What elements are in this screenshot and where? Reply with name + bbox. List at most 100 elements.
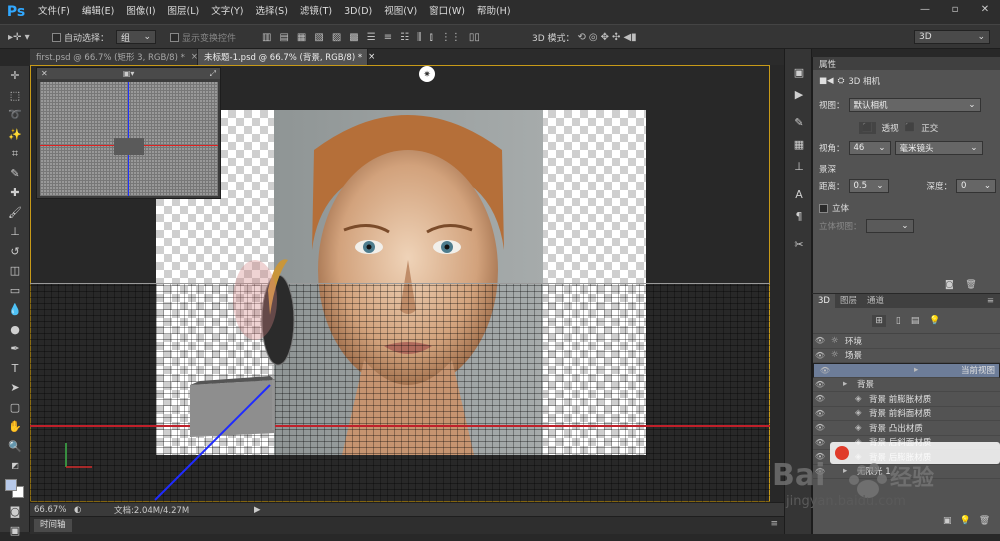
distribute-hcenter-icon[interactable]: ⫾	[430, 32, 433, 43]
gradient-tool-icon[interactable]: ▭	[0, 281, 30, 301]
auto-select-checkbox[interactable]: 自动选择：	[52, 30, 109, 44]
status-arrow-icon[interactable]: ▶	[254, 505, 261, 515]
axis-gizmo[interactable]	[65, 443, 92, 468]
slide-3d-icon[interactable]: ✣	[612, 32, 620, 43]
3d-box-object[interactable]	[190, 380, 275, 437]
new-icon[interactable]: ▣	[943, 516, 952, 526]
tab-channels[interactable]: 通道	[862, 294, 889, 308]
fov-input[interactable]: 46 ⌄	[848, 141, 891, 155]
menu-item-1[interactable]: 编辑(E)	[76, 0, 120, 24]
close-icon[interactable]: ×	[191, 52, 198, 62]
menu-item-2[interactable]: 图像(I)	[120, 0, 161, 24]
tab-timeline[interactable]: 时间轴	[34, 519, 72, 532]
actions-panel-icon[interactable]: ▶	[785, 83, 813, 105]
default-colors-icon[interactable]: ◩	[0, 456, 30, 476]
distribute-right-icon[interactable]: ⋮⋮	[441, 32, 461, 43]
brush-preset-icon[interactable]: ✎	[785, 111, 813, 133]
tab-3d[interactable]: 3D	[813, 294, 835, 308]
menu-item-3[interactable]: 图层(L)	[162, 0, 206, 24]
video-camera-icon[interactable]: ◀▮	[623, 32, 636, 43]
history-brush-tool-icon[interactable]: ↺	[0, 242, 30, 262]
healing-brush-tool-icon[interactable]: ✚	[0, 183, 30, 203]
panel-menu-icon[interactable]: ≡	[987, 296, 994, 306]
type-tool-icon[interactable]: T	[0, 359, 30, 379]
view-dropdown[interactable]: 默认相机 ⌄	[848, 98, 981, 112]
navigator-view-box[interactable]	[114, 138, 144, 155]
rectangle-tool-icon[interactable]: ▢	[0, 398, 30, 418]
menu-item-6[interactable]: 滤镜(T)	[294, 0, 338, 24]
auto-select-check[interactable]	[52, 32, 61, 42]
eraser-tool-icon[interactable]: ◫	[0, 261, 30, 281]
path-selection-tool-icon[interactable]: ➤	[0, 378, 30, 398]
menu-item-7[interactable]: 3D(D)	[338, 0, 378, 24]
layer-row[interactable]: 👁 ◈ 背景 前膨胀材质	[813, 392, 1000, 407]
eye-icon[interactable]: 👁	[813, 336, 827, 345]
layer-row[interactable]: 👁 ☼ 环境	[813, 334, 1000, 349]
panel-menu-icon[interactable]: ≡	[770, 519, 778, 529]
color-swatches[interactable]	[0, 476, 30, 502]
workspace-dropdown[interactable]: 3D ⌄	[914, 30, 990, 44]
tool-preset-icon[interactable]: ✂	[785, 233, 813, 255]
new-light-icon[interactable]: 💡	[960, 516, 971, 526]
distribute-vcenter-icon[interactable]: ≡	[384, 32, 392, 43]
stereo-checkbox[interactable]	[819, 203, 828, 213]
eyedropper-tool-icon[interactable]: ✎	[0, 164, 30, 184]
layer-row[interactable]: 👁 ◈ 背景 凸出材质	[813, 421, 1000, 436]
eye-icon[interactable]: 👁	[813, 409, 827, 418]
meshes-icon[interactable]: ▯	[896, 316, 901, 326]
show-transform-check[interactable]	[170, 32, 179, 42]
brush-panel-icon[interactable]: ▦	[785, 133, 813, 155]
align-right-icon[interactable]: ▩	[349, 32, 358, 43]
distribute-top-icon[interactable]: ☰	[367, 32, 376, 43]
lights-icon[interactable]: 💡	[929, 316, 940, 326]
character-panel-icon[interactable]: A	[785, 183, 813, 205]
auto-align-icon[interactable]: ▯▯	[469, 32, 480, 43]
pen-tool-icon[interactable]: ✒	[0, 339, 30, 359]
delete-icon[interactable]: 🗑	[965, 280, 976, 290]
layer-row[interactable]: 👁 ▸ 背景	[813, 378, 1000, 392]
panel-menu-icon[interactable]: ▣▾	[123, 69, 135, 78]
layer-row[interactable]: 👁 ☼ 场景	[813, 349, 1000, 363]
navigator-preview[interactable]	[40, 82, 218, 196]
move-tool-icon[interactable]: ✛	[0, 66, 30, 86]
close-icon[interactable]: ×	[368, 52, 375, 62]
expand-icon[interactable]: ⤢	[210, 69, 216, 79]
tab-untitled-1[interactable]: 未标题-1.psd @ 66.7% (背景, RGB/8) * ×	[198, 49, 375, 65]
clone-source-icon[interactable]: ⊥	[785, 155, 813, 177]
whole-scene-icon[interactable]: ⊞	[872, 314, 886, 327]
maximize-button[interactable]: ▫	[940, 0, 970, 18]
render-icon[interactable]: ◙	[945, 280, 954, 290]
roll-3d-icon[interactable]: ◎	[589, 32, 598, 43]
lens-dropdown[interactable]: 毫米镜头 ⌄	[894, 141, 983, 155]
layer-row[interactable]: 👁 ▸ 当前视图	[813, 363, 1000, 378]
orthographic-label[interactable]: 正交	[921, 122, 938, 134]
zoom-tool-icon[interactable]: 🔍	[0, 437, 30, 457]
foreground-color-swatch[interactable]	[5, 478, 17, 491]
depth-input[interactable]: 0 ⌄	[956, 179, 997, 193]
distribute-left-icon[interactable]: ⫼	[417, 32, 422, 43]
pan-3d-icon[interactable]: ✥	[601, 32, 609, 43]
quick-mask-icon[interactable]: ◙	[0, 502, 30, 522]
tab-first-psd[interactable]: first.psd @ 66.7% (矩形 3, RGB/8) * ×	[30, 49, 198, 65]
close-button[interactable]: ✕	[970, 0, 1000, 18]
paragraph-panel-icon[interactable]: ¶	[785, 205, 813, 227]
eye-icon[interactable]: 👁	[813, 351, 827, 360]
materials-icon[interactable]: ▤	[911, 316, 920, 326]
lasso-tool-icon[interactable]: ➰	[0, 105, 30, 125]
distance-input[interactable]: 0.5 ⌄	[848, 179, 889, 193]
eye-icon[interactable]: 👁	[813, 423, 827, 432]
eye-icon[interactable]: 👁	[818, 366, 832, 375]
align-bottom-icon[interactable]: ▦	[297, 32, 306, 43]
minimize-button[interactable]: —	[910, 0, 940, 18]
status-icon[interactable]: ◐	[74, 505, 84, 515]
distribute-bottom-icon[interactable]: ☷	[400, 32, 409, 43]
menu-item-10[interactable]: 帮助(H)	[471, 0, 517, 24]
perspective-icon[interactable]: ⬛	[859, 122, 876, 134]
brush-tool-icon[interactable]: 🖌	[0, 203, 30, 223]
tab-layers[interactable]: 图层	[835, 294, 862, 308]
menu-item-5[interactable]: 选择(S)	[249, 0, 293, 24]
align-vcenter-icon[interactable]: ▤	[279, 32, 288, 43]
move-tool-icon[interactable]: ▸✛ ▾	[8, 30, 30, 44]
blur-tool-icon[interactable]: 💧	[0, 300, 30, 320]
stereo-view-dropdown[interactable]: ⌄	[865, 219, 914, 233]
